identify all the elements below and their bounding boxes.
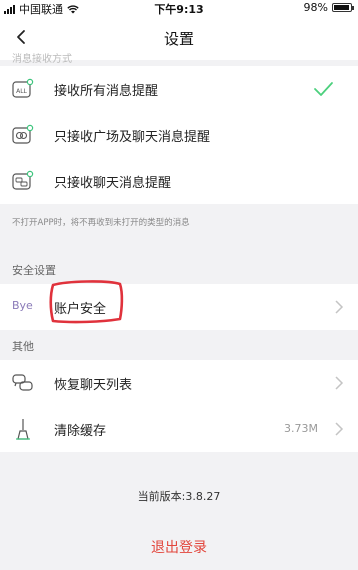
annotation-circle bbox=[49, 280, 124, 324]
svg-text:ALL: ALL bbox=[16, 88, 27, 95]
security-section-title: 安全设置 bbox=[12, 264, 56, 277]
other-group: 恢复聊天列表 清除缓存 3.73M bbox=[0, 360, 358, 452]
chevron-right-icon bbox=[335, 422, 344, 436]
option-label: 接收所有消息提醒 bbox=[54, 84, 159, 99]
status-bar: 中国联通 下午9:13 98% bbox=[0, 0, 358, 16]
square-chat-icon bbox=[12, 124, 34, 144]
battery-icon bbox=[332, 3, 354, 12]
app-version: 当前版本:3.8.27 bbox=[137, 490, 221, 503]
broom-icon bbox=[16, 419, 30, 440]
cache-size: 3.73M bbox=[284, 422, 318, 435]
restore-chat-list-item[interactable]: 恢复聊天列表 bbox=[0, 360, 358, 406]
faded-section-header: 消息接收方式 bbox=[12, 54, 72, 65]
notification-note: 不打开APP时，将不再收到未打开的类型的消息 bbox=[12, 218, 190, 228]
logout-button[interactable]: 退出登录 bbox=[0, 537, 358, 557]
option-label: 只接收聊天消息提醒 bbox=[54, 176, 172, 191]
chevron-right-icon bbox=[335, 300, 344, 314]
clear-cache-label: 清除缓存 bbox=[54, 424, 107, 439]
clear-cache-item[interactable]: 清除缓存 3.73M bbox=[0, 406, 358, 452]
other-section-title: 其他 bbox=[12, 340, 34, 353]
all-messages-icon: ALL bbox=[12, 78, 34, 98]
status-right: 98% bbox=[303, 1, 354, 14]
option-square-and-chat[interactable]: 只接收广场及聊天消息提醒 bbox=[0, 112, 358, 158]
chat-bubbles-icon bbox=[12, 374, 33, 391]
chat-only-icon bbox=[12, 170, 34, 190]
option-chat-only[interactable]: 只接收聊天消息提醒 bbox=[0, 158, 358, 204]
option-receive-all[interactable]: ALL 接收所有消息提醒 bbox=[0, 66, 358, 112]
notification-options-group: ALL 接收所有消息提醒 只接收广场及聊天消息提醒 只接收聊天消息提醒 bbox=[0, 66, 358, 204]
option-label: 只接收广场及聊天消息提醒 bbox=[54, 130, 211, 145]
bye-logo-icon: Bye bbox=[12, 299, 33, 312]
page-title: 设置 bbox=[163, 30, 194, 48]
chevron-right-icon bbox=[335, 376, 344, 390]
restore-chat-list-label: 恢复聊天列表 bbox=[54, 378, 133, 393]
checkmark-icon bbox=[314, 82, 333, 96]
battery-percent: 98% bbox=[303, 1, 328, 14]
